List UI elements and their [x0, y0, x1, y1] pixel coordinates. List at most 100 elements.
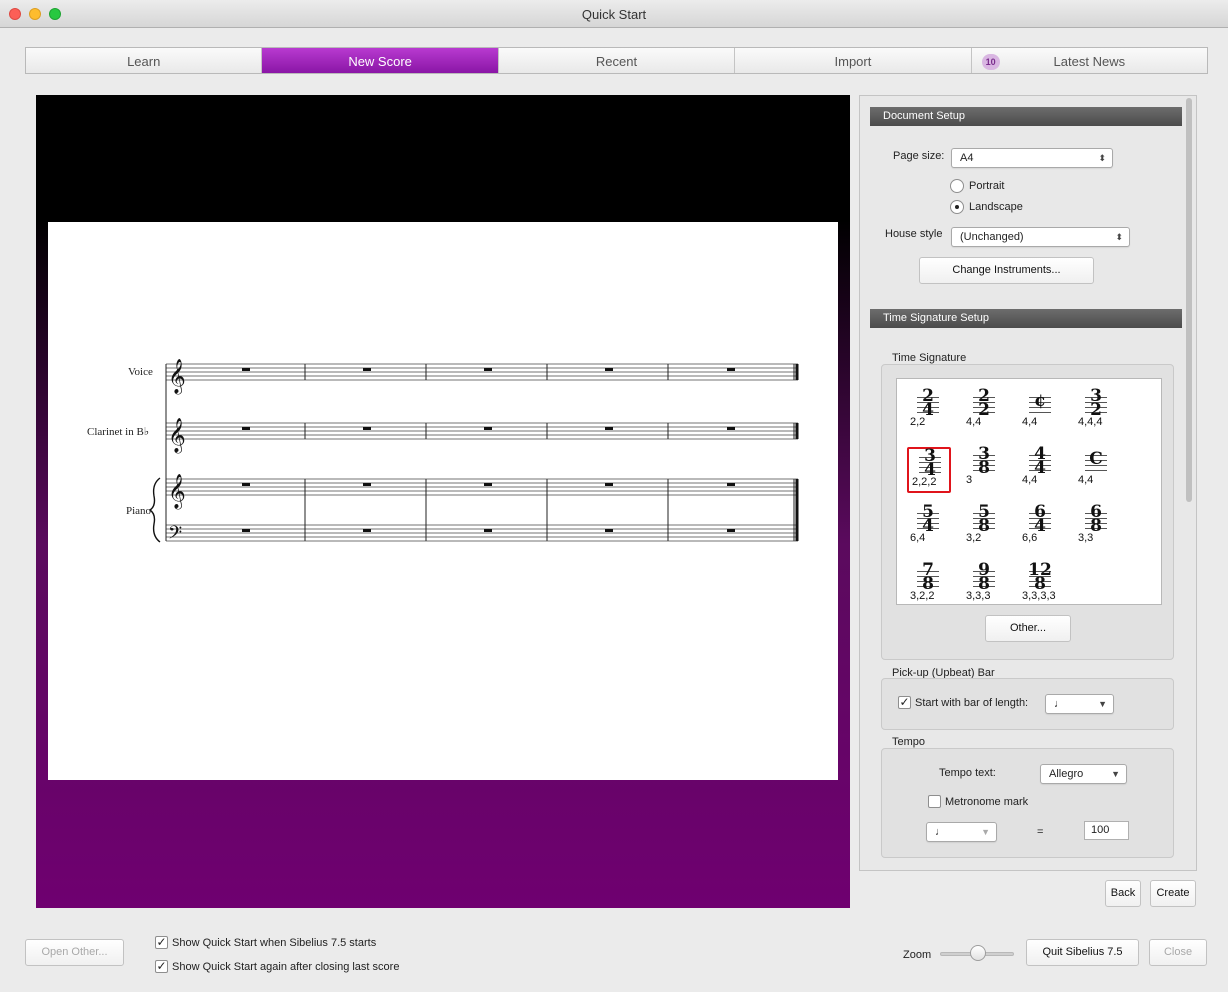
treble-clef-icon: 𝄞	[168, 359, 186, 395]
time-signature-glyph: 44	[1025, 446, 1055, 477]
create-button[interactable]: Create	[1150, 880, 1196, 907]
time-signature-option[interactable]: 5 4 6,4	[907, 504, 951, 551]
time-signature-option[interactable]: 9 8 3,3,3	[963, 562, 1007, 609]
metronome-checkbox[interactable]	[928, 795, 941, 808]
time-signature-denominator: 2	[1090, 400, 1102, 420]
time-signature-denominator: 8	[1090, 516, 1102, 536]
show-after-close-checkbox[interactable]: ✓	[155, 960, 168, 973]
time-signature-glyph: 78	[913, 562, 943, 593]
beat-grouping-label: 4,4	[1078, 474, 1094, 486]
show-on-start-checkbox[interactable]: ✓	[155, 936, 168, 949]
time-signature-glyph: 12 8	[1025, 562, 1055, 594]
time-signature-glyph: ¢	[1025, 389, 1055, 415]
page-size-label: Page size:	[893, 150, 945, 162]
score-preview: 𝄞 𝄞 𝄞 𝄢 Voice Clarinet in B♭ Piano	[36, 95, 850, 908]
time-signature-option[interactable]: 3 4 2,2,2	[907, 447, 951, 493]
time-signature-option[interactable]: 2 2 4,4	[963, 388, 1007, 435]
score-page: 𝄞 𝄞 𝄞 𝄢 Voice Clarinet in B♭ Piano	[48, 222, 838, 780]
treble-clef-icon: 𝄞	[168, 418, 186, 454]
news-count-badge: 10	[981, 54, 1000, 70]
page-size-select[interactable]: A4 ⬍	[951, 148, 1113, 168]
tab-new-score[interactable]: New Score	[262, 48, 499, 73]
pickup-checkbox[interactable]: ✓	[898, 696, 911, 709]
title-bar: Quick Start	[0, 0, 1228, 28]
other-time-signature-button[interactable]: Other...	[985, 615, 1071, 642]
time-signature-glyph: 98	[969, 562, 999, 594]
window-title: Quick Start	[581, 7, 647, 22]
time-signature-option[interactable]: 5 8 3,2	[963, 504, 1007, 551]
treble-clef-icon: 𝄞	[168, 474, 186, 510]
time-signature-denominator: 2	[978, 400, 990, 420]
dropdown-arrow-icon: ▼	[1111, 769, 1120, 779]
time-signature-glyph: C	[1081, 447, 1111, 473]
zoom-slider-knob[interactable]	[970, 945, 986, 961]
tab-latest-news[interactable]: 10 Latest News	[972, 48, 1207, 73]
time-signature-option[interactable]: 7 8 3,2,2	[907, 562, 951, 609]
time-signature-grid: 2 4 2,2 2 2 4,4 ¢ 4,4 3 2 4,4,4 3 4 2,2,2 3 8 3 4 4 4,4 C 4,4…	[896, 378, 1162, 605]
portrait-radio[interactable]	[950, 179, 964, 193]
time-signature-option[interactable]: 4 4 4,4	[1019, 446, 1063, 493]
house-style-select[interactable]: (Unchanged) ⬍	[951, 227, 1130, 247]
time-signature-glyph: 58	[969, 504, 999, 536]
instrument-label: Clarinet in B♭	[87, 426, 150, 438]
time-signature-option[interactable]: 383	[963, 446, 1007, 493]
time-signature-glyph: 24	[913, 388, 943, 420]
beat-grouping-label: 4,4	[1022, 416, 1038, 428]
time-signature-glyph: 64	[1025, 504, 1055, 536]
time-signature-option[interactable]: 3 2 4,4,4	[1075, 388, 1119, 435]
time-signature-denominator: 4	[1034, 516, 1046, 536]
time-signature-option[interactable]: 2 4 2,2	[907, 388, 951, 435]
scrollbar-thumb[interactable]	[1186, 98, 1192, 502]
time-signature-denominator: 8	[978, 574, 990, 594]
time-signature-denominator: 4	[922, 400, 934, 420]
time-signature-denominator: 8	[1034, 574, 1046, 594]
document-setup-heading: Document Setup	[870, 107, 1182, 126]
tab-import[interactable]: Import	[735, 48, 972, 73]
time-signature-group-label: Time Signature	[892, 352, 967, 364]
pickup-length-select[interactable]: ♩ ▼	[1045, 694, 1114, 714]
time-signature-denominator: 4	[924, 460, 936, 480]
instrument-label: Voice	[128, 366, 153, 378]
portrait-label: Portrait	[969, 180, 1005, 192]
dropdown-arrow-icon: ▼	[981, 827, 990, 837]
open-other-button[interactable]: Open Other...	[25, 939, 124, 966]
piano-brace-icon	[148, 477, 161, 543]
time-signature-denominator: 8	[978, 516, 990, 536]
panel-scrollbar[interactable]	[1184, 96, 1194, 870]
close-button[interactable]: Close	[1149, 939, 1207, 966]
landscape-radio[interactable]	[950, 200, 964, 214]
time-signature-denominator: 4	[922, 516, 934, 536]
tab-latest-news-label: Latest News	[1053, 54, 1126, 69]
tempo-group-label: Tempo	[892, 736, 926, 748]
time-signature-option[interactable]: 6 8 3,3	[1075, 504, 1119, 551]
time-signature-glyph: 68	[1081, 504, 1111, 536]
dropdown-arrow-icon: ▼	[1098, 699, 1107, 709]
change-instruments-button[interactable]: Change Instruments...	[919, 257, 1094, 284]
tab-learn[interactable]: Learn	[26, 48, 263, 73]
time-signature-numerator: C	[1089, 449, 1103, 469]
tempo-text-select[interactable]: Allegro ▼	[1040, 764, 1127, 784]
metronome-note-select[interactable]: ♩ ▼	[926, 822, 997, 842]
bass-clef-icon: 𝄢	[168, 523, 182, 548]
show-on-start-label: Show Quick Start when Sibelius 7.5 start…	[172, 937, 377, 949]
tempo-text-label: Tempo text:	[939, 767, 996, 779]
time-signature-option[interactable]: 6 4 6,6	[1019, 504, 1063, 551]
landscape-label: Landscape	[969, 201, 1023, 213]
show-after-close-label: Show Quick Start again after closing las…	[172, 961, 400, 973]
time-signature-option[interactable]: C 4,4	[1075, 447, 1119, 493]
bpm-input[interactable]: 100	[1084, 821, 1129, 840]
time-signature-option[interactable]: ¢ 4,4	[1019, 389, 1063, 435]
back-button[interactable]: Back	[1105, 880, 1141, 907]
time-signature-glyph: 32	[1081, 388, 1111, 420]
tab-recent[interactable]: Recent	[499, 48, 736, 73]
pickup-checkbox-label: Start with bar of length:	[915, 697, 1029, 709]
time-signature-option[interactable]: 12 8 3,3,3,3	[1019, 562, 1063, 609]
setup-panel: Document Setup Page size: A4 ⬍ Portrait L…	[859, 95, 1197, 871]
tab-bar: Learn New Score Recent Import 10 Latest …	[25, 47, 1208, 74]
zoom-label: Zoom	[903, 949, 932, 961]
time-signature-glyph: 22	[969, 388, 999, 420]
quit-button[interactable]: Quit Sibelius 7.5	[1026, 939, 1139, 966]
instrument-label: Piano	[126, 505, 152, 517]
score-notation: 𝄞 𝄞 𝄞 𝄢	[148, 359, 799, 548]
time-signature-glyph: 38	[969, 446, 999, 477]
